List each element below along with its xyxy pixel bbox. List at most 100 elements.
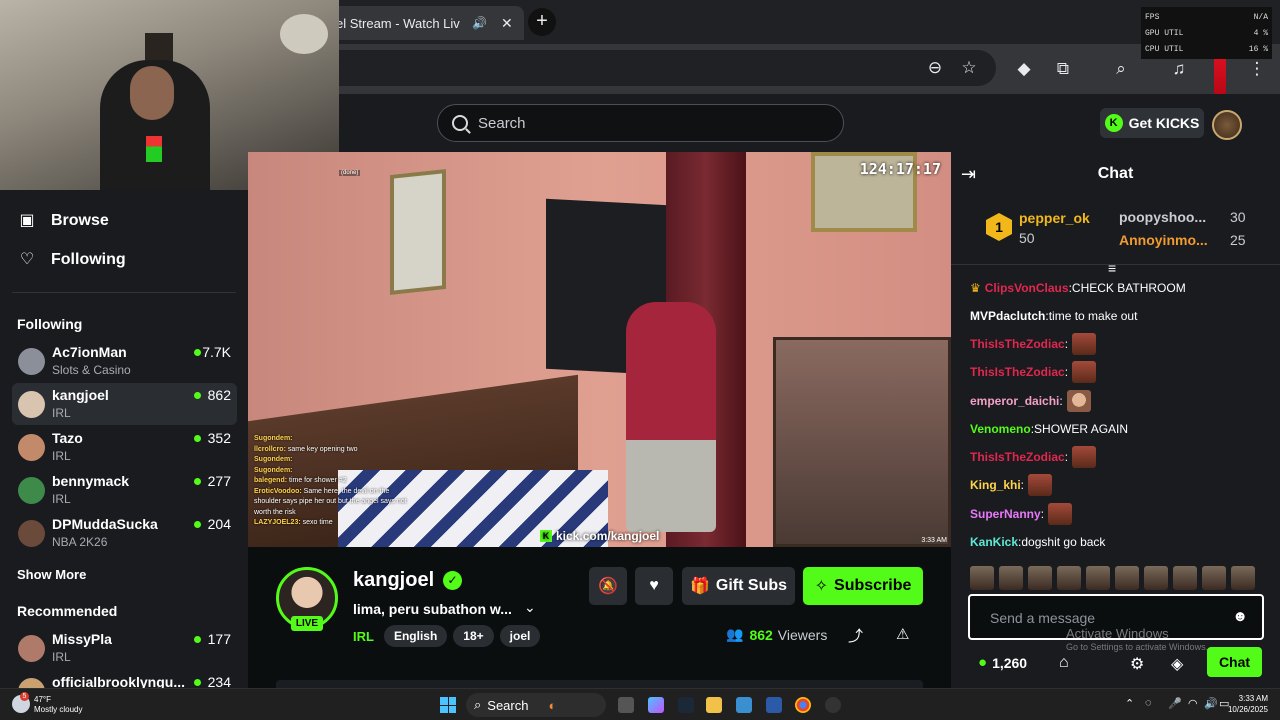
file-explorer-icon[interactable] [706,697,722,713]
close-tab-icon[interactable]: ✕ [501,15,513,32]
activate-windows-subtext: Go to Settings to activate Windows. [1066,642,1209,652]
emote-icon[interactable] [1057,566,1081,590]
taskbar-search[interactable]: ⌕ Search ◐ [466,693,606,717]
pinned-toggle-icon[interactable]: ≡ [1108,260,1116,276]
emote-icon[interactable] [970,566,994,590]
app-icon[interactable] [736,697,752,713]
streamer-name[interactable]: kangjoel [353,569,434,592]
following-channel[interactable]: kangjoel IRL 862 [12,383,237,425]
following-channel[interactable]: Tazo IRL 352 [12,426,237,468]
chat-username[interactable]: King_khi [970,478,1021,492]
settings-gear-icon[interactable]: ⚙ [1130,654,1144,674]
emote-icon[interactable] [1231,566,1255,590]
subscribe-button[interactable]: ✧ Subscribe [803,567,923,605]
tag-joel[interactable]: joel [499,625,541,647]
following-channel[interactable]: bennymack IRL 277 [12,469,237,511]
app-icon-2[interactable] [825,697,841,713]
leader-second-name[interactable]: poopyshoo... [1119,209,1224,225]
tray-app-icon[interactable]: ◌ [1145,697,1152,709]
chat-username[interactable]: Venomeno [970,422,1031,436]
tag-language[interactable]: English [383,625,448,647]
video-player[interactable]: (done) 124:17:17 Sugondem: llcrollcro: s… [248,152,951,547]
emote-icon [1072,361,1097,383]
chat-username[interactable]: ClipsVonClaus [985,281,1069,295]
chevron-down-icon[interactable]: ⌄ [524,599,536,616]
chat-username[interactable]: MVPdaclutch [970,309,1045,323]
emote-icon[interactable] [1115,566,1139,590]
leader-first-name[interactable]: pepper_ok [1019,210,1090,226]
video-chat-line: llcrollcro: same key opening two [254,445,414,456]
recommended-channel[interactable]: MissyPla IRL 177 [12,627,237,669]
get-kicks-button[interactable]: K Get KICKS [1100,108,1204,138]
channel-avatar [18,434,45,461]
video-chat-user: Sugondem: [254,435,293,442]
wifi-icon[interactable]: ◠ [1188,697,1198,710]
chat-message-input[interactable] [990,608,1220,628]
chat-username[interactable]: SuperNanny [970,507,1041,521]
zoom-icon[interactable]: ⊖ [924,57,946,79]
emoji-picker-icon[interactable]: ☻ [1232,608,1248,625]
extensions-puzzle-icon[interactable]: ⧉ [1052,58,1074,80]
store-icon[interactable]: ⌂ [1059,654,1069,672]
task-view-icon[interactable] [618,697,634,713]
chat-username[interactable]: ThisIsTheZodiac [970,337,1065,351]
chat-username[interactable]: ThisIsTheZodiac [970,450,1065,464]
bookmark-star-icon[interactable]: ☆ [958,57,980,79]
tag-mature[interactable]: 18+ [453,625,494,647]
channel-name: bennymack [52,473,130,489]
search-input[interactable]: Search [437,104,844,142]
video-chat-line: EroticVoodoo: Same here. the devil on th… [254,487,414,519]
following-channel[interactable]: DPMuddaSucka NBA 2K26 204 [12,512,237,554]
follow-button[interactable]: ♥ [635,567,673,605]
leader-third-name[interactable]: Annoyinmo... [1119,232,1224,248]
chrome-icon[interactable] [795,697,811,713]
speaker-icon[interactable]: 🔊 [472,16,487,30]
kicks-balance[interactable]: ● 1,260 [978,654,1027,671]
emote-icon[interactable] [1144,566,1168,590]
copilot-icon[interactable] [648,697,664,713]
browser-tab[interactable]: el Stream - Watch Liv 🔊 ✕ [318,6,524,40]
emote-icon[interactable] [1173,566,1197,590]
tab-search-icon[interactable]: ⌕ [1110,58,1132,80]
gift-pack-icon[interactable]: ◈ [1171,654,1183,674]
steam-icon[interactable] [678,697,694,713]
stream-tags: IRL English 18+ joel [353,625,541,647]
emote-icon[interactable] [1086,566,1110,590]
chat-message: SuperNanny: [970,503,1073,525]
store-app-icon[interactable] [766,697,782,713]
category-link[interactable]: IRL [353,629,374,644]
user-avatar[interactable] [1212,110,1242,140]
nav-following[interactable]: ♡ Following [18,251,126,269]
subscribe-label: Subscribe [834,577,912,594]
chat-username[interactable]: emperor_daichi [970,394,1059,408]
report-icon[interactable]: ⚠ [896,625,909,643]
new-tab-button[interactable]: + [528,8,556,36]
emote-icon[interactable] [999,566,1023,590]
windows-start-icon[interactable] [440,697,456,713]
fps-value: N/A [1253,13,1268,22]
share-icon[interactable]: ⤴ [848,625,863,646]
browser-menu-icon[interactable]: ⋮ [1246,58,1268,80]
search-icon [452,115,468,131]
show-more-link[interactable]: Show More [17,567,86,582]
emote-icon[interactable] [1028,566,1052,590]
nav-browse[interactable]: ▣ Browse [18,212,108,230]
send-chat-button[interactable]: Chat [1207,647,1262,677]
system-clock[interactable]: 3:33 AM 10/26/2025 [1228,693,1268,715]
extension-diamond-icon[interactable]: ◆ [1013,58,1035,80]
emote-icon[interactable] [1202,566,1226,590]
channel-category: Slots & Casino [52,363,131,377]
address-bar[interactable]: ⊖ ☆ [320,50,996,86]
media-controls-icon[interactable]: ♫ [1168,58,1190,80]
clock-date: 10/26/2025 [1227,705,1268,714]
microphone-icon[interactable]: 🎤 [1168,697,1182,710]
chat-username[interactable]: KanKick [970,535,1018,549]
gift-subs-button[interactable]: 🎁 Gift Subs [682,567,795,605]
chat-username[interactable]: ThisIsTheZodiac [970,365,1065,379]
video-picture-frame-left [390,169,446,295]
volume-icon[interactable]: 🔊 [1204,697,1218,710]
kicks-balance-value: 1,260 [992,654,1028,671]
following-channel[interactable]: Ac7ionMan Slots & Casino 7.7K [12,340,237,382]
notifications-button[interactable]: 🔕 [589,567,627,605]
tray-chevron-icon[interactable]: ⌃ [1125,697,1134,710]
